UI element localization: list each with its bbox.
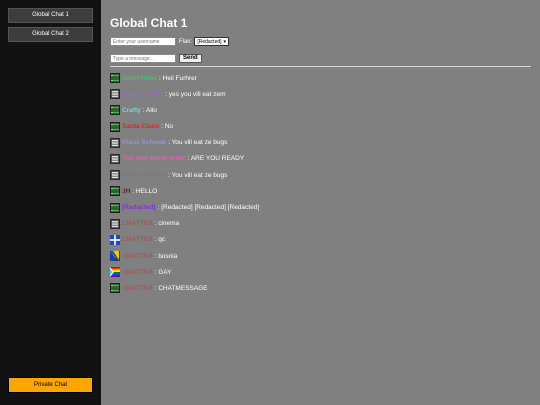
server-icon [110, 137, 120, 148]
message-username: Santa Claus [122, 123, 160, 131]
message-text: : [Redacted] [Redacted] [Redacted] [157, 204, 260, 211]
message-text: : No [161, 123, 174, 131]
chat-message: Klaus Schwab: You vill eat ze bugs [110, 170, 530, 181]
chat-message: JH: HELLO [110, 186, 530, 197]
message-username: Crafty [122, 106, 141, 114]
chat-message: Santa Claus: No [110, 121, 530, 132]
server-icon [110, 89, 120, 100]
message-username: Klaus Schwab [122, 139, 167, 147]
server-icon [110, 170, 120, 181]
chat-message: CHATTER: GAY [110, 267, 530, 278]
global-chat-2-button[interactable]: Global Chat 2 [8, 27, 93, 42]
message-text: : Heil Furhrer [159, 74, 197, 82]
message-username: CHATTER [122, 220, 153, 228]
username-row: Flair: [Redacted] ▾ [110, 37, 230, 46]
rack-icon [110, 105, 120, 116]
chat-message: CHATTER: qc [110, 234, 530, 245]
flair-label: Flair: [179, 38, 193, 45]
message-text: : cinema [154, 220, 180, 228]
message-username: CHATTER [122, 284, 153, 292]
divider [110, 66, 531, 67]
message-text: : You vill eat ze bugs [168, 139, 228, 147]
rack-icon [110, 202, 120, 213]
chat-message: The new world order: ARE YOU READY [110, 153, 530, 164]
message-row: Send [110, 54, 202, 63]
message-list: Adolf Hitler: Heil Furhrer Bigus Dickus: … [110, 73, 530, 300]
global-chat-1-button[interactable]: Global Chat 1 [8, 8, 93, 23]
quebec-flag-icon [110, 234, 120, 245]
chat-message: Crafty: Allo [110, 105, 530, 116]
message-text: : yes you vill eat zem [165, 90, 226, 98]
message-text: : bosnia [154, 252, 178, 260]
rack-icon [110, 283, 120, 294]
message-username: CHATTER [122, 252, 153, 260]
server-icon [110, 218, 120, 229]
message-text: : ARE YOU READY [187, 155, 245, 163]
message-text: : You vill eat ze bugs [168, 171, 228, 179]
rack-icon [110, 186, 120, 197]
chat-message: Adolf Hitler: Heil Furhrer [110, 73, 530, 83]
chat-message: Bigus Dickus: yes you vill eat zem [110, 89, 530, 100]
chat-message: CHATTER: CHATMESSAGE [110, 283, 530, 294]
flair-select[interactable]: [Redacted] ▾ [194, 37, 230, 46]
chevron-down-icon: ▾ [223, 38, 227, 45]
chat-message: [Redacted]: [Redacted] [Redacted] [Redac… [110, 202, 530, 213]
chat-message: CHATTER: bosnia [110, 251, 530, 262]
sidebar: Global Chat 1 Global Chat 2 Private Chat [0, 0, 101, 405]
message-text: : qc [154, 236, 166, 244]
message-username: Adolf Hitler [122, 74, 158, 82]
message-username: [Redacted] [122, 204, 156, 211]
message-input[interactable] [110, 54, 176, 63]
chat-message: Klaus Schwab: You vill eat ze bugs [110, 137, 530, 148]
message-username: The new world order [122, 155, 186, 163]
chat-message: CHATTER: cinema [110, 218, 530, 229]
message-username: JH [122, 187, 131, 195]
private-chat-button[interactable]: Private Chat [8, 377, 93, 393]
message-text: : Allo [142, 106, 157, 114]
chat-panel: Global Chat 1 Flair: [Redacted] ▾ Send A… [101, 0, 540, 405]
message-text: : GAY [154, 268, 172, 276]
username-input[interactable] [110, 37, 176, 46]
message-username: Klaus Schwab [122, 171, 167, 179]
bosnia-flag-icon [110, 251, 120, 262]
message-text: : CHATMESSAGE [154, 284, 208, 292]
message-username: CHATTER [122, 268, 153, 276]
rack-icon [110, 121, 120, 132]
page-title: Global Chat 1 [110, 16, 188, 30]
message-text: : HELLO [132, 187, 158, 195]
send-button[interactable]: Send [179, 54, 202, 63]
server-icon [110, 153, 120, 164]
flair-value: [Redacted] [197, 38, 222, 45]
message-username: Bigus Dickus [122, 90, 164, 98]
rainbow-flag-icon [110, 267, 120, 278]
rack-icon [110, 73, 120, 83]
message-username: CHATTER [122, 236, 153, 244]
